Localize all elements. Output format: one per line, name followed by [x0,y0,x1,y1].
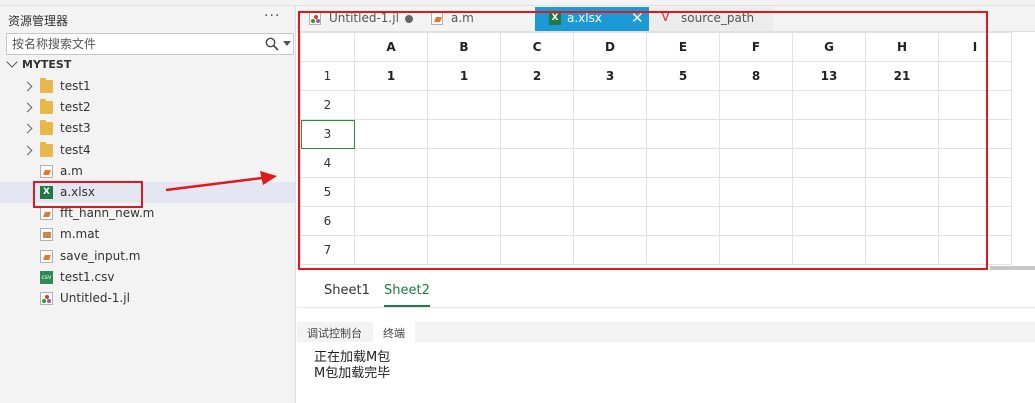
tree-item-label: test2 [60,100,91,115]
tree-item-label: save_input.m [60,248,141,263]
folder-icon [40,78,53,93]
tree-item-m-mat[interactable]: m.mat [0,224,295,245]
terminal-line: M包加载完毕 [314,366,391,381]
tree-item-label: test3 [60,121,91,136]
tree-item-save-input-m[interactable]: save_input.m [0,246,295,267]
sheet-tab-bar: Sheet1 Sheet2 [297,274,1035,308]
terminal-output[interactable]: 正在加载M包 M包加载完毕 [314,350,390,382]
terminal-line: 正在加载M包 [314,350,391,365]
workspace-root[interactable]: MYTEST [6,56,72,71]
julia-file-icon [40,292,53,305]
tree-item-label: fft_hann_new.m [60,206,155,221]
sheet-tab-sheet2[interactable]: Sheet2 [384,283,430,307]
sheet-tab-sheet1[interactable]: Sheet1 [324,283,370,298]
folder-icon [40,99,53,115]
tree-item-label: test4 [60,142,91,157]
chevron-right-icon[interactable] [22,102,33,113]
tree-item-label: m.mat [60,227,100,242]
tab-debug-console[interactable]: 调试控制台 [297,322,372,342]
folder-icon [40,141,53,157]
horizontal-scrollbar[interactable] [990,266,1035,270]
tree-item-test3[interactable]: test3 [0,118,295,139]
chevron-right-icon[interactable] [22,81,33,92]
csv-file-icon: csv [40,270,53,284]
more-actions-icon[interactable]: ··· [264,8,280,24]
tree-item-label: a.m [60,163,83,178]
app-window: 资源管理器 ··· MYTEST test1 test2 test3 test4 a.m… [0,0,1035,403]
search-icon[interactable] [265,37,279,51]
matlab-file-icon [40,249,53,263]
tree-item-label: test1.csv [60,269,115,284]
explorer-title: 资源管理器 [8,14,69,28]
chevron-right-icon[interactable] [22,145,33,156]
tree-item-untitled-1-jl[interactable]: Untitled-1.jl [0,288,295,309]
search-dropdown-icon[interactable] [283,41,291,46]
chevron-down-icon [6,56,18,68]
matlab-file-icon [40,164,53,178]
folder-icon [40,120,53,136]
tree-item-label: Untitled-1.jl [60,291,130,305]
file-search-box [6,33,294,55]
tree-item-test1-csv[interactable]: csv test1.csv [0,267,295,288]
tree-item-test1[interactable]: test1 [0,76,295,97]
workspace-root-label: MYTEST [22,58,72,71]
tree-item-test4[interactable]: test4 [0,140,295,161]
tree-item-label: test1 [60,79,91,93]
file-search-input[interactable] [7,34,257,54]
annotation-arrow-icon [165,171,277,192]
panel-tab-bar: 调试控制台 终端 [297,322,1035,342]
tree-item-test2[interactable]: test2 [0,97,295,118]
annotation-box-file [33,181,143,208]
tab-terminal[interactable]: 终端 [373,322,415,342]
annotation-box-grid [298,11,988,270]
chevron-right-icon[interactable] [22,123,33,134]
matlab-file-icon [40,207,53,221]
mat-file-icon [40,228,53,242]
